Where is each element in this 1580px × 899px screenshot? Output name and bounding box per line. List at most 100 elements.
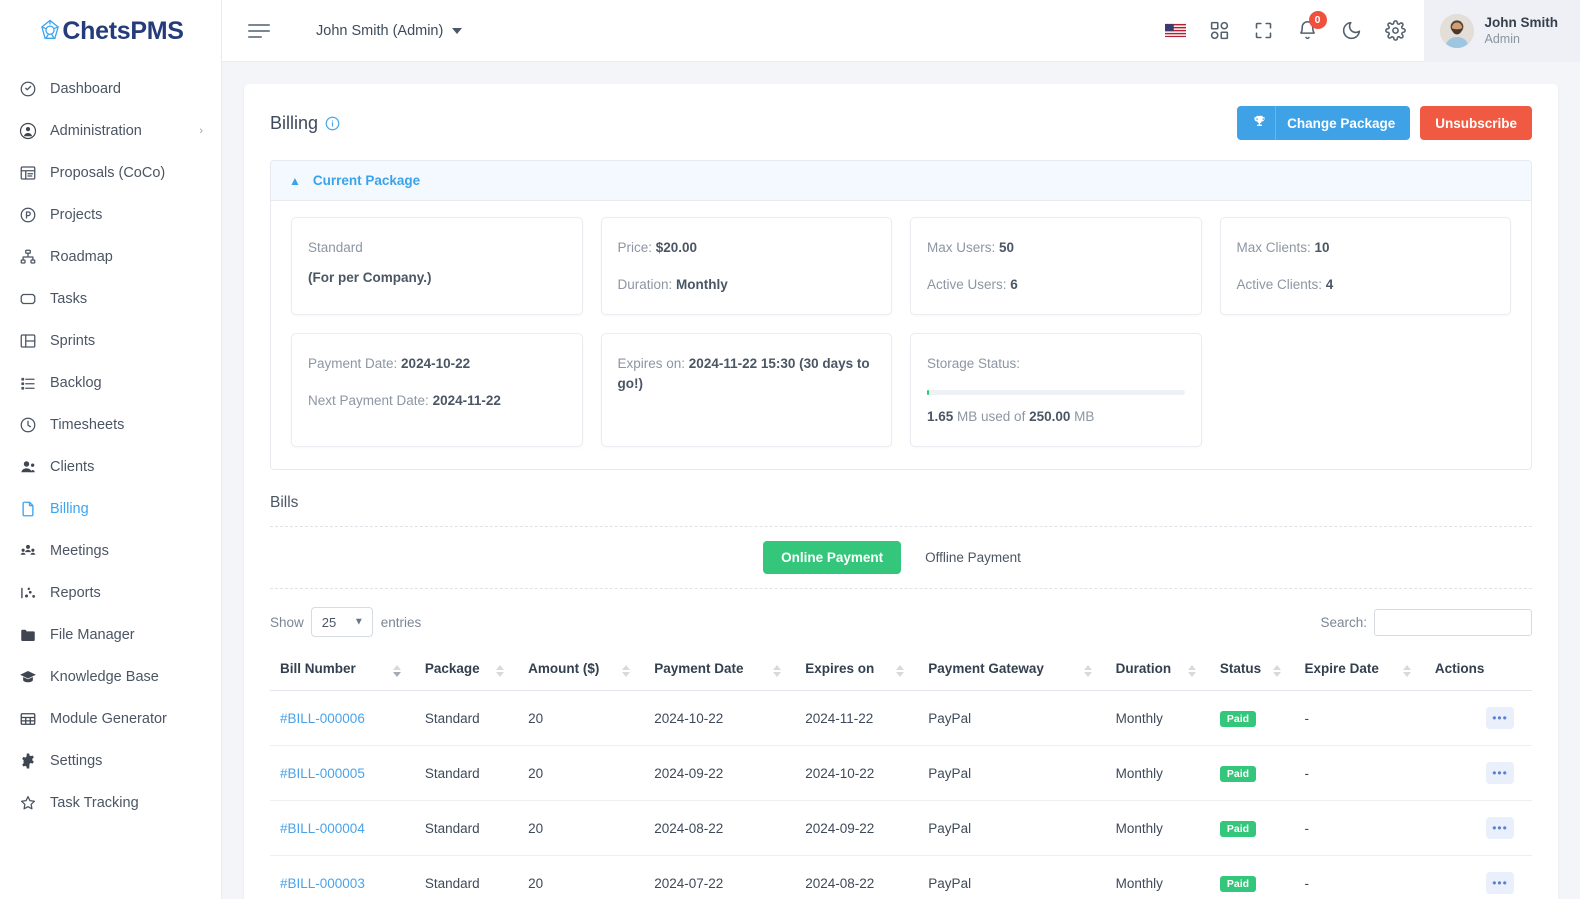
- ellipsis-icon[interactable]: •••: [1486, 817, 1514, 840]
- table-controls: Show 102550100 ▼ entries Search:: [270, 607, 1532, 638]
- sort-arrows-icon: [622, 664, 631, 677]
- tab-offline-payment[interactable]: Offline Payment: [907, 541, 1039, 574]
- table-row: #BILL-000005 Standard 20 2024-09-22 2024-10-…: [270, 745, 1532, 802]
- sidebar-item-timesheets[interactable]: Timesheets: [0, 404, 221, 446]
- sidebar-item-administration[interactable]: Administration ›: [0, 110, 221, 152]
- reports-icon: [18, 584, 37, 603]
- search-input[interactable]: [1374, 608, 1532, 636]
- storage-total-unit: MB: [1070, 408, 1095, 424]
- column-header-label: Amount ($): [528, 661, 600, 677]
- sidebar-item-reports[interactable]: Reports: [0, 572, 221, 614]
- expires-on-cell: 2024-08-22: [795, 855, 919, 899]
- column-header-amount[interactable]: Amount ($): [518, 651, 645, 692]
- sidebar-item-knowledge-base[interactable]: Knowledge Base: [0, 656, 221, 698]
- roadmap-icon: [18, 248, 37, 267]
- bill-number-link[interactable]: #BILL-000004: [280, 821, 365, 836]
- hamburger-icon[interactable]: [248, 23, 270, 38]
- current-package-toggle[interactable]: ▲ Current Package: [271, 161, 1531, 201]
- status-badge: Paid: [1219, 820, 1257, 837]
- ellipsis-icon[interactable]: •••: [1486, 872, 1514, 895]
- topbar: John Smith (Admin) 0 John Smith Admin: [222, 0, 1580, 62]
- sidebar-item-sprints[interactable]: Sprints: [0, 320, 221, 362]
- bill-number-link[interactable]: #BILL-000005: [280, 766, 365, 781]
- next-payment-value: 2024-11-22: [432, 392, 501, 408]
- sidebar-item-tasks[interactable]: Tasks: [0, 278, 221, 320]
- sidebar-item-label: Administration: [50, 123, 142, 139]
- change-package-button[interactable]: Change Package: [1237, 106, 1411, 140]
- sidebar-item-dashboard[interactable]: Dashboard: [0, 68, 221, 110]
- status-badge: Paid: [1219, 765, 1257, 782]
- column-header-duration[interactable]: Duration: [1105, 651, 1210, 692]
- status-cell: Paid: [1209, 745, 1295, 802]
- status-badge: Paid: [1219, 710, 1257, 727]
- backlog-icon: [18, 374, 37, 393]
- dark-mode-moon-icon[interactable]: [1341, 20, 1362, 41]
- sidebar-item-settings[interactable]: Settings: [0, 740, 221, 782]
- language-flag-us-icon[interactable]: [1164, 20, 1186, 41]
- user-switcher[interactable]: John Smith (Admin): [316, 23, 463, 39]
- bills-table: Bill Number Package Amount ($) Payment Date…: [270, 651, 1532, 899]
- bill-number-cell: #BILL-000005: [270, 745, 415, 802]
- actions-cell: •••: [1424, 690, 1532, 747]
- sort-arrows-icon: [1187, 664, 1196, 677]
- column-header-payment-date[interactable]: Payment Date: [644, 651, 796, 692]
- settings-gear-icon[interactable]: [1384, 20, 1406, 41]
- info-circle-icon[interactable]: [325, 116, 340, 131]
- column-header-status[interactable]: Status: [1209, 651, 1295, 692]
- sidebar-item-label: Roadmap: [50, 249, 113, 265]
- unsubscribe-button[interactable]: Unsubscribe: [1420, 106, 1532, 140]
- entries-select[interactable]: 102550100: [310, 607, 373, 638]
- proposal-icon: [18, 164, 37, 183]
- content-scroll: Billing Change Package Unsubscribe ▲ Cur…: [222, 62, 1580, 899]
- sidebar-item-label: Meetings: [50, 543, 109, 559]
- sidebar-item-projects[interactable]: Projects: [0, 194, 221, 236]
- payment-date-cell: 2024-09-22: [644, 745, 796, 802]
- column-header-bill-number[interactable]: Bill Number: [270, 651, 415, 692]
- ellipsis-icon[interactable]: •••: [1486, 762, 1514, 785]
- sidebar-item-task-tracking[interactable]: Task Tracking: [0, 782, 221, 824]
- package-cell: Standard: [414, 855, 519, 899]
- tasks-icon: [18, 290, 37, 309]
- page-title: Billing: [270, 112, 319, 133]
- tab-online-payment[interactable]: Online Payment: [763, 541, 902, 575]
- bill-number-link[interactable]: #BILL-000003: [280, 876, 365, 891]
- sidebar-item-meetings[interactable]: Meetings: [0, 530, 221, 572]
- status-cell: Paid: [1209, 800, 1295, 857]
- sidebar-item-roadmap[interactable]: Roadmap: [0, 236, 221, 278]
- package-cell: Standard: [414, 800, 519, 857]
- column-header-label: Duration: [1115, 661, 1172, 677]
- sidebar-item-proposals-coco[interactable]: Proposals (CoCo): [0, 152, 221, 194]
- column-header-label: Expires on: [805, 661, 875, 677]
- ellipsis-icon[interactable]: •••: [1486, 707, 1514, 730]
- notifications-bell-icon[interactable]: 0: [1297, 11, 1327, 41]
- bill-number-link[interactable]: #BILL-000006: [280, 711, 365, 726]
- chevron-down-icon: [452, 27, 463, 34]
- column-header-expire-date[interactable]: Expire Date: [1294, 651, 1425, 692]
- sidebar-item-module-generator[interactable]: Module Generator: [0, 698, 221, 740]
- logo[interactable]: ChetsPMS: [0, 0, 221, 62]
- column-header-payment-gateway[interactable]: Payment Gateway: [918, 651, 1106, 692]
- sidebar-item-label: File Manager: [50, 627, 135, 643]
- sidebar-item-backlog[interactable]: Backlog: [0, 362, 221, 404]
- chevron-right-icon: ›: [199, 125, 203, 137]
- package-cell: Standard: [414, 690, 519, 747]
- package-users-card: Max Users: 50 Active Users: 6: [910, 217, 1202, 316]
- amount-cell: 20: [518, 855, 645, 899]
- column-header-expires-on[interactable]: Expires on: [795, 651, 919, 692]
- column-header-package[interactable]: Package: [414, 651, 519, 692]
- sidebar-item-file-manager[interactable]: File Manager: [0, 614, 221, 656]
- sidebar-item-label: Timesheets: [50, 417, 125, 433]
- sidebar-item-label: Reports: [50, 585, 101, 601]
- sidebar-item-clients[interactable]: Clients: [0, 446, 221, 488]
- sidebar-item-billing[interactable]: Billing: [0, 488, 221, 530]
- profile-menu[interactable]: John Smith Admin: [1423, 0, 1580, 62]
- current-package-panel: ▲ Current Package Standard (For per Comp…: [270, 160, 1532, 471]
- table-row: #BILL-000006 Standard 20 2024-10-22 2024-11-…: [270, 690, 1532, 747]
- apps-grid-icon[interactable]: [1209, 20, 1230, 41]
- billing-file-icon: [18, 500, 37, 519]
- payment-gateway-cell: PayPal: [918, 855, 1106, 899]
- profile-role: Admin: [1484, 32, 1520, 47]
- fullscreen-icon[interactable]: [1253, 20, 1274, 41]
- chevron-up-icon: ▲: [289, 173, 301, 188]
- topbar-icons: 0: [1164, 11, 1424, 41]
